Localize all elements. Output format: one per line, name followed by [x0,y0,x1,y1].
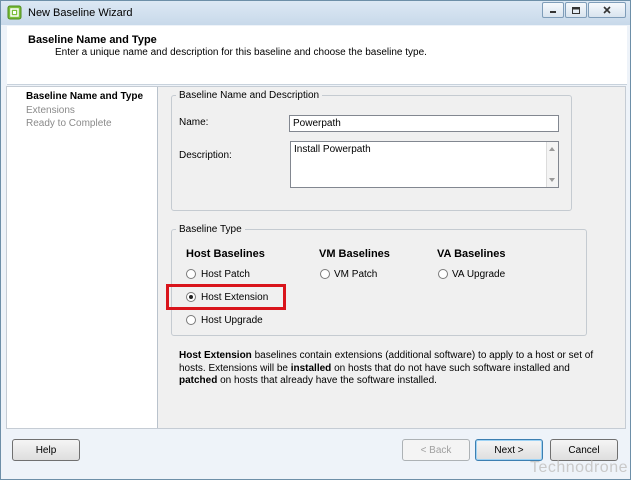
maximize-icon [572,6,580,14]
host-patch-label[interactable]: Host Patch [201,269,250,280]
name-label: Name: [179,117,209,128]
close-icon [603,6,611,14]
desc-bold-patched: patched [179,375,218,386]
description-scrollbar[interactable] [546,142,558,187]
next-button[interactable]: Next > [475,439,543,461]
vm-baselines-heading: VM Baselines [319,248,390,260]
maximize-button[interactable] [565,2,587,18]
desc-bold-host-extension: Host Extension [179,350,252,361]
step-extensions: Extensions [26,105,75,116]
minimize-icon [550,11,556,13]
host-upgrade-radio[interactable] [186,315,196,325]
title-bar: New Baseline Wizard [1,1,630,25]
vsphere-app-icon [7,5,22,20]
page-subtitle: Enter a unique name and description for … [55,47,427,58]
scroll-down-icon[interactable] [549,178,555,182]
desc-bold-installed: installed [290,362,332,374]
watermark-text: Technodrone [529,459,628,476]
window-title: New Baseline Wizard [28,7,133,19]
baseline-type-legend: Baseline Type [179,224,242,235]
name-description-legend: Baseline Name and Description [179,90,320,101]
host-patch-radio[interactable] [186,269,196,279]
minimize-button[interactable] [542,2,564,18]
header-panel: Baseline Name and Type Enter a unique na… [7,26,627,85]
step-baseline-name-and-type: Baseline Name and Type [26,91,144,102]
host-upgrade-label[interactable]: Host Upgrade [201,315,263,326]
desc-text-b: on hosts that do not have such software … [331,362,570,374]
step-ready-to-complete: Ready to Complete [26,118,112,129]
cancel-button[interactable]: Cancel [550,439,618,461]
help-button[interactable]: Help [12,439,80,461]
description-text: Install Powerpath [294,144,371,155]
va-upgrade-label[interactable]: VA Upgrade [452,269,505,280]
name-input[interactable]: Powerpath [289,115,559,132]
desc-text-c: on hosts that already have the software … [217,375,437,386]
vm-patch-radio[interactable] [320,269,330,279]
page-title: Baseline Name and Type [28,34,157,46]
va-upgrade-radio[interactable] [438,269,448,279]
scroll-up-icon[interactable] [549,147,555,151]
description-label: Description: [179,150,232,161]
wizard-steps: Baseline Name and Type Extensions Ready … [7,87,158,428]
host-baselines-heading: Host Baselines [186,248,265,260]
vm-patch-label[interactable]: VM Patch [334,269,377,280]
highlight-box [166,284,286,310]
back-button[interactable]: < Back [402,439,470,461]
va-baselines-heading: VA Baselines [437,248,506,260]
description-textarea[interactable]: Install Powerpath [290,141,559,188]
baseline-type-description: Host Extension baselines contain extensi… [179,350,599,388]
close-button[interactable] [588,2,626,18]
